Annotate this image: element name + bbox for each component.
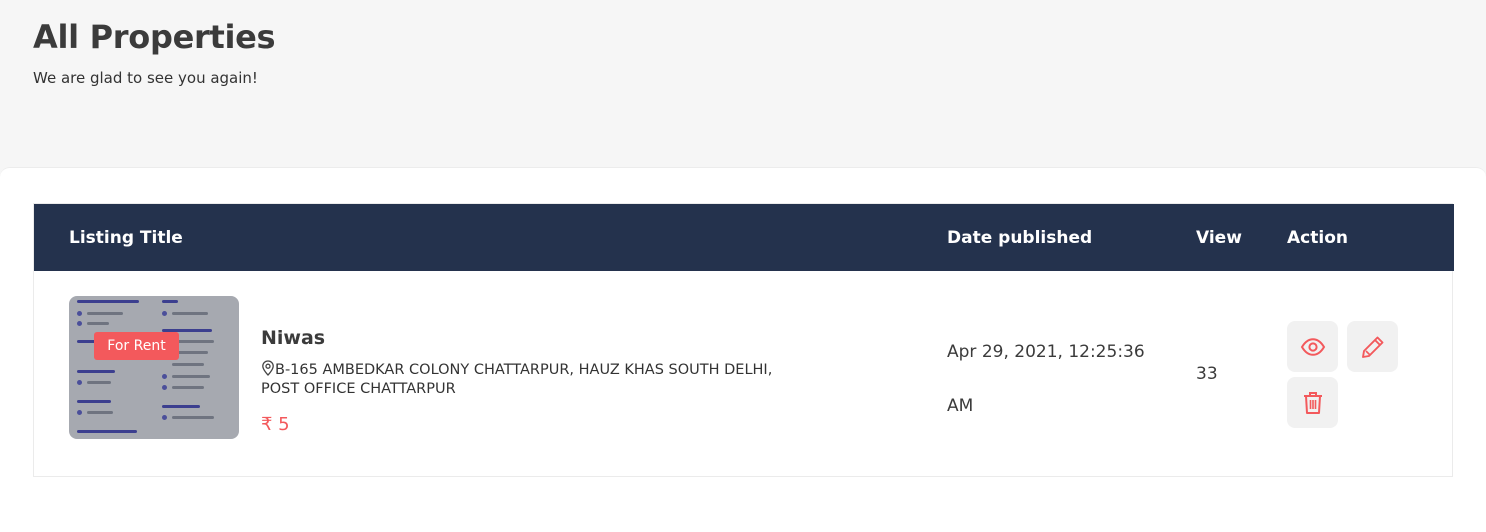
- listing-title[interactable]: Niwas: [261, 327, 325, 349]
- date-published-line1: Apr 29, 2021, 12:25:36: [947, 342, 1145, 362]
- page-header: All Properties We are glad to see you ag…: [33, 18, 276, 87]
- header-view: View: [1196, 228, 1242, 248]
- thumbnail-detail: [77, 300, 139, 303]
- property-thumbnail[interactable]: For Rent: [69, 296, 239, 439]
- view-button[interactable]: [1287, 321, 1338, 372]
- header-listing-title: Listing Title: [69, 228, 183, 248]
- edit-button[interactable]: [1347, 321, 1398, 372]
- view-count: 33: [1196, 364, 1218, 384]
- thumbnail-detail: [77, 380, 82, 385]
- thumbnail-detail: [162, 415, 167, 420]
- thumbnail-detail: [162, 374, 167, 379]
- header-date-published: Date published: [947, 228, 1093, 248]
- address-text: B-165 Ambedkar Colony Chattarpur, Hauz K…: [261, 362, 773, 397]
- header-action: Action: [1287, 228, 1348, 248]
- date-published-line2: AM: [947, 396, 974, 416]
- pencil-icon: [1361, 336, 1383, 358]
- thumbnail-detail: [162, 300, 178, 303]
- listing-price: ₹ 5: [261, 414, 290, 435]
- thumbnail-detail: [172, 363, 204, 366]
- properties-panel: Listing Title Date published View Action: [0, 167, 1486, 532]
- page-title: All Properties: [33, 18, 276, 56]
- date-published: Apr 29, 2021, 12:25:36 AM: [947, 336, 1157, 422]
- thumbnail-detail: [172, 312, 208, 315]
- thumbnail-detail: [162, 385, 167, 390]
- properties-table: Listing Title Date published View Action: [33, 203, 1454, 477]
- thumbnail-detail: [172, 375, 210, 378]
- thumbnail-detail: [87, 312, 123, 315]
- thumbnail-detail: [172, 416, 214, 419]
- thumbnail-detail: [87, 322, 109, 325]
- table-header: Listing Title Date published View Action: [34, 204, 1454, 271]
- thumbnail-detail: [172, 386, 204, 389]
- thumbnail-detail: [77, 370, 115, 373]
- listing-address: B-165 Ambedkar Colony Chattarpur, Hauz K…: [261, 360, 781, 399]
- thumbnail-detail: [87, 381, 111, 384]
- page-subtitle: We are glad to see you again!: [33, 69, 258, 87]
- thumbnail-detail: [77, 321, 82, 326]
- thumbnail-detail: [77, 410, 82, 415]
- map-pin-icon: [262, 360, 274, 376]
- for-rent-badge: For Rent: [94, 332, 179, 360]
- thumbnail-detail: [87, 411, 113, 414]
- trash-icon: [1303, 391, 1322, 414]
- table-row: For Rent Niwas B-165 Ambedkar Colony Cha…: [34, 271, 1452, 477]
- delete-button[interactable]: [1287, 377, 1338, 428]
- thumbnail-detail: [77, 311, 82, 316]
- thumbnail-detail: [162, 405, 200, 408]
- thumbnail-detail: [77, 400, 111, 403]
- eye-icon: [1300, 337, 1325, 356]
- thumbnail-detail: [162, 311, 167, 316]
- thumbnail-detail: [77, 430, 137, 433]
